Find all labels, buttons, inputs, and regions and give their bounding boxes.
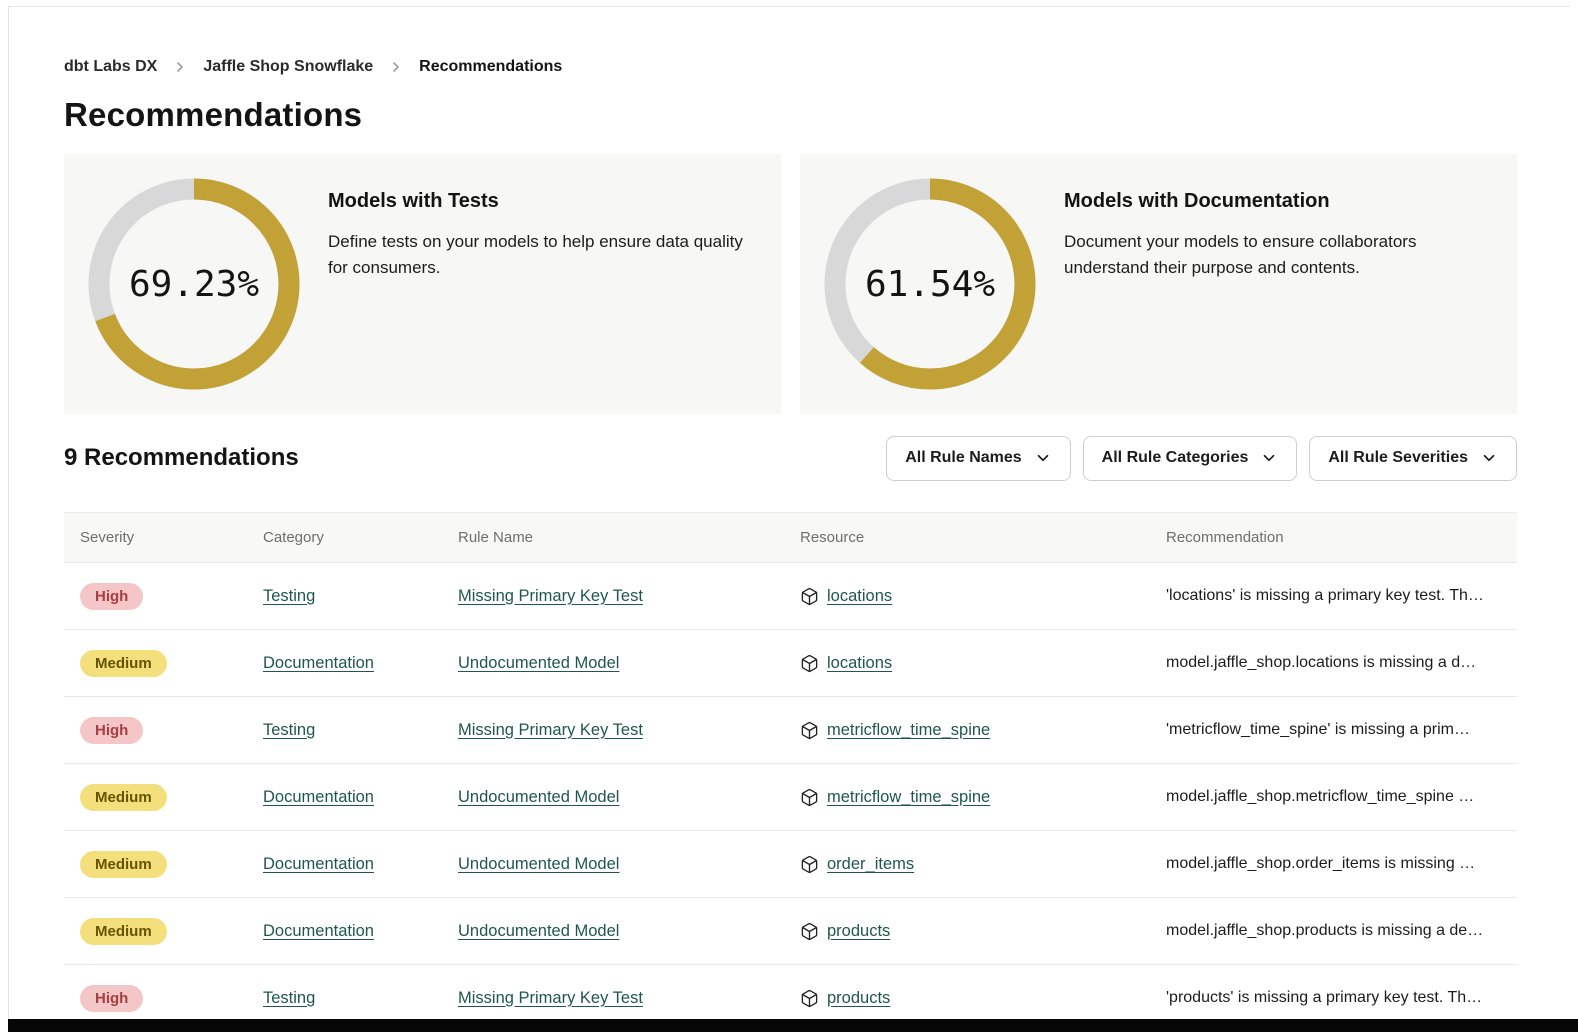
- card-description: Define tests on your models to help ensu…: [328, 229, 757, 280]
- resource-link[interactable]: products: [827, 922, 890, 941]
- resource-link[interactable]: products: [827, 989, 890, 1008]
- severity-badge: Medium: [80, 650, 167, 677]
- package-icon: [800, 721, 819, 740]
- filters: All Rule Names All Rule Categories All R…: [886, 436, 1517, 481]
- category-link[interactable]: Documentation: [263, 922, 374, 940]
- window-top-edge: [8, 6, 1570, 7]
- recommendations-page: dbt Labs DX Jaffle Shop Snowflake Recomm…: [0, 0, 1578, 1032]
- package-icon: [800, 587, 819, 606]
- table-row: Medium Documentation Undocumented Model …: [64, 898, 1517, 965]
- card-title: Models with Documentation: [1064, 190, 1493, 213]
- severity-badge: High: [80, 985, 143, 1012]
- rule-name-link[interactable]: Undocumented Model: [458, 654, 619, 672]
- list-header-row: 9 Recommendations All Rule Names All Rul…: [64, 434, 1517, 482]
- rule-name-link[interactable]: Missing Primary Key Test: [458, 721, 643, 739]
- resource-link[interactable]: metricflow_time_spine: [827, 721, 990, 740]
- summary-cards: 69.23% Models with Tests Define tests on…: [64, 154, 1517, 414]
- recommendation-text: model.jaffle_shop.locations is missing a…: [1150, 654, 1517, 672]
- rule-severities-filter-label: All Rule Severities: [1328, 449, 1468, 467]
- column-header-category: Category: [247, 529, 442, 546]
- docs-coverage-donut-chart: 61.54%: [824, 178, 1036, 390]
- rule-names-filter-dropdown[interactable]: All Rule Names: [886, 436, 1070, 481]
- recommendation-text: model.jaffle_shop.metricflow_time_spine …: [1150, 788, 1517, 806]
- category-link[interactable]: Documentation: [263, 788, 374, 806]
- rule-name-link[interactable]: Missing Primary Key Test: [458, 587, 643, 605]
- rule-categories-filter-label: All Rule Categories: [1102, 449, 1249, 467]
- package-icon: [800, 654, 819, 673]
- resource-link[interactable]: order_items: [827, 855, 914, 874]
- category-link[interactable]: Testing: [263, 721, 315, 739]
- chevron-down-icon: [1260, 449, 1278, 467]
- category-link[interactable]: Documentation: [263, 654, 374, 672]
- rule-name-link[interactable]: Missing Primary Key Test: [458, 989, 643, 1007]
- chevron-right-icon: [172, 59, 188, 75]
- rule-name-link[interactable]: Undocumented Model: [458, 922, 619, 940]
- breadcrumb: dbt Labs DX Jaffle Shop Snowflake Recomm…: [64, 58, 562, 76]
- page-title: Recommendations: [64, 96, 362, 134]
- card-text: Models with Tests Define tests on your m…: [328, 176, 757, 280]
- tests-coverage-donut-chart: 69.23%: [88, 178, 300, 390]
- chevron-right-icon: [388, 59, 404, 75]
- rule-name-link[interactable]: Undocumented Model: [458, 855, 619, 873]
- models-with-documentation-card: 61.54% Models with Documentation Documen…: [800, 154, 1517, 414]
- chevron-down-icon: [1480, 449, 1498, 467]
- recommendation-text: 'metricflow_time_spine' is missing a pri…: [1150, 721, 1517, 739]
- table-row: Medium Documentation Undocumented Model …: [64, 831, 1517, 898]
- column-header-rule-name: Rule Name: [442, 529, 784, 546]
- severity-badge: Medium: [80, 851, 167, 878]
- card-title: Models with Tests: [328, 190, 757, 213]
- recommendations-count-heading: 9 Recommendations: [64, 444, 299, 472]
- category-link[interactable]: Documentation: [263, 855, 374, 873]
- table-row: High Testing Missing Primary Key Test me…: [64, 697, 1517, 764]
- severity-badge: Medium: [80, 918, 167, 945]
- severity-badge: High: [80, 717, 143, 744]
- column-header-severity: Severity: [64, 529, 247, 546]
- rule-names-filter-label: All Rule Names: [905, 449, 1021, 467]
- docs-coverage-percent: 61.54%: [824, 178, 1036, 390]
- breadcrumb-item-project[interactable]: Jaffle Shop Snowflake: [203, 58, 373, 76]
- column-header-recommendation: Recommendation: [1150, 529, 1517, 546]
- rule-name-link[interactable]: Undocumented Model: [458, 788, 619, 806]
- tests-coverage-percent: 69.23%: [88, 178, 300, 390]
- recommendations-table: Severity Category Rule Name Resource Rec…: [64, 512, 1517, 1032]
- package-icon: [800, 989, 819, 1008]
- recommendation-text: 'locations' is missing a primary key tes…: [1150, 587, 1517, 605]
- rule-severities-filter-dropdown[interactable]: All Rule Severities: [1309, 436, 1517, 481]
- card-description: Document your models to ensure collabora…: [1064, 229, 1493, 280]
- package-icon: [800, 788, 819, 807]
- table-row: Medium Documentation Undocumented Model …: [64, 630, 1517, 697]
- resource-link[interactable]: locations: [827, 654, 892, 673]
- recommendation-text: model.jaffle_shop.products is missing a …: [1150, 922, 1517, 940]
- table-row: High Testing Missing Primary Key Test lo…: [64, 563, 1517, 630]
- chevron-down-icon: [1034, 449, 1052, 467]
- rule-categories-filter-dropdown[interactable]: All Rule Categories: [1083, 436, 1298, 481]
- category-link[interactable]: Testing: [263, 587, 315, 605]
- recommendation-text: 'products' is missing a primary key test…: [1150, 989, 1517, 1007]
- recommendation-text: model.jaffle_shop.order_items is missing…: [1150, 855, 1517, 873]
- package-icon: [800, 855, 819, 874]
- package-icon: [800, 922, 819, 941]
- table-row: Medium Documentation Undocumented Model …: [64, 764, 1517, 831]
- category-link[interactable]: Testing: [263, 989, 315, 1007]
- column-header-resource: Resource: [784, 529, 1150, 546]
- breadcrumb-item-account[interactable]: dbt Labs DX: [64, 58, 157, 76]
- models-with-tests-card: 69.23% Models with Tests Define tests on…: [64, 154, 781, 414]
- card-text: Models with Documentation Document your …: [1064, 176, 1493, 280]
- resource-link[interactable]: metricflow_time_spine: [827, 788, 990, 807]
- table-header: Severity Category Rule Name Resource Rec…: [64, 512, 1517, 563]
- breadcrumb-item-current: Recommendations: [419, 58, 562, 76]
- severity-badge: Medium: [80, 784, 167, 811]
- window-bottom-edge: [8, 1019, 1578, 1032]
- window-left-edge: [8, 6, 9, 1032]
- resource-link[interactable]: locations: [827, 587, 892, 606]
- severity-badge: High: [80, 583, 143, 610]
